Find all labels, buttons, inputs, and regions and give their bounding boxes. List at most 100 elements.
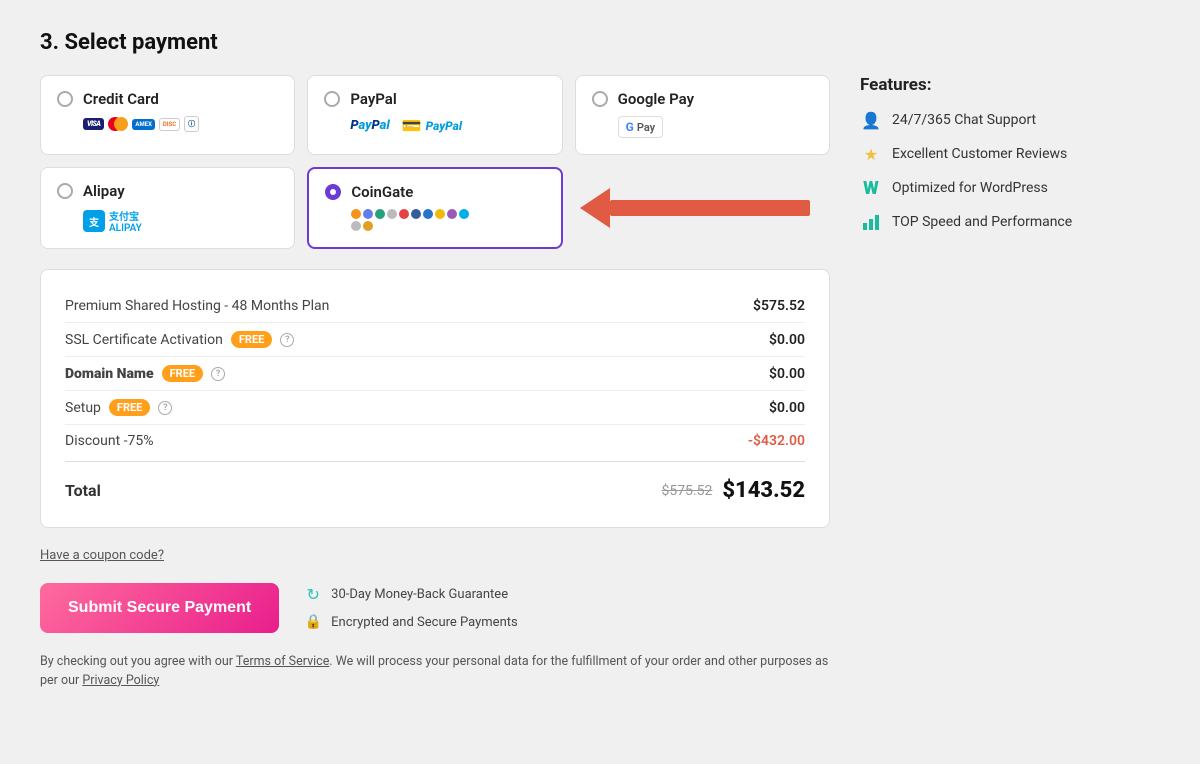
tos-link[interactable]: Terms of Service	[236, 654, 329, 669]
order-summary: Premium Shared Hosting - 48 Months Plan …	[40, 269, 830, 528]
coin-other3	[447, 209, 457, 219]
coin-usdc	[423, 209, 433, 219]
trust-text-refund: 30-Day Money-Back Guarantee	[331, 587, 508, 602]
order-label-hosting: Premium Shared Hosting - 48 Months Plan	[65, 298, 329, 314]
coingate-icons	[351, 209, 471, 231]
arrow-indicator	[585, 188, 805, 228]
feature-reviews-text: Excellent Customer Reviews	[892, 146, 1067, 162]
disclaimer: By checking out you agree with our Terms…	[40, 653, 830, 691]
trust-item-secure: 🔒 Encrypted and Secure Payments	[303, 612, 518, 632]
coin-eth	[363, 209, 373, 219]
order-row-domain: Domain Name FREE ? $0.00	[65, 356, 805, 390]
paypal-text: PayPal	[426, 119, 462, 133]
payment-option-coingate[interactable]: CoinGate	[307, 167, 562, 249]
feature-wordpress-text: Optimized for WordPress	[892, 180, 1048, 196]
order-value-ssl: $0.00	[769, 332, 805, 348]
payment-option-credit-card[interactable]: Credit Card VISA AMEX DISC ⓘ	[40, 75, 295, 155]
radio-coingate	[325, 184, 341, 200]
left-column: Credit Card VISA AMEX DISC ⓘ PayP	[40, 75, 830, 691]
trust-items: ↻ 30-Day Money-Back Guarantee 🔒 Encrypte…	[303, 584, 518, 632]
radio-google-pay	[592, 91, 608, 107]
payment-label-paypal: PayPal	[350, 90, 396, 108]
coin-other2	[411, 209, 421, 219]
payment-methods-grid: Credit Card VISA AMEX DISC ⓘ PayP	[40, 75, 830, 249]
order-divider	[65, 461, 805, 462]
submit-area: Submit Secure Payment ↻ 30-Day Money-Bac…	[40, 583, 830, 633]
order-total-label: Total	[65, 481, 101, 500]
badge-ssl-free: FREE	[231, 331, 272, 348]
refresh-icon: ↻	[303, 584, 323, 604]
order-value-hosting: $575.52	[753, 298, 805, 314]
disclaimer-text-before: By checking out you agree with our	[40, 654, 236, 669]
order-value-setup: $0.00	[769, 400, 805, 416]
amex-icon: AMEX	[132, 119, 154, 130]
gpay-badge: G Pay	[618, 116, 663, 138]
discover-icon: DISC	[159, 118, 180, 131]
order-value-domain: $0.00	[769, 366, 805, 382]
badge-setup-free: FREE	[109, 399, 150, 416]
order-total-old: $575.52	[661, 483, 712, 499]
radio-paypal	[324, 91, 340, 107]
trust-text-secure: Encrypted and Secure Payments	[331, 615, 518, 630]
order-label-ssl: SSL Certificate Activation FREE ?	[65, 331, 294, 348]
radio-credit-card	[57, 91, 73, 107]
payment-option-paypal[interactable]: PayPal PayPal 💳 PayPal	[307, 75, 562, 155]
help-icon-ssl: ?	[280, 333, 294, 347]
person-icon: 👤	[860, 109, 882, 131]
coin-other6	[363, 221, 373, 231]
paypal-icon: 💳	[402, 116, 422, 135]
submit-payment-button[interactable]: Submit Secure Payment	[40, 583, 279, 633]
features-box: Features: 👤 24/7/365 Chat Support ★ Exce…	[860, 75, 1160, 233]
payment-option-alipay[interactable]: Alipay 支 支付宝ALIPAY	[40, 167, 295, 249]
lock-icon: 🔒	[303, 612, 323, 632]
order-row-discount: Discount -75% -$432.00	[65, 424, 805, 457]
mastercard-icon	[108, 117, 128, 131]
wp-icon: W	[860, 177, 882, 199]
help-icon-domain: ?	[211, 367, 225, 381]
coin-other4	[459, 209, 469, 219]
feature-speed: TOP Speed and Performance	[860, 211, 1160, 233]
feature-chat-text: 24/7/365 Chat Support	[892, 112, 1036, 128]
alipay-icons: 支 支付宝ALIPAY	[83, 208, 278, 234]
feature-speed-text: TOP Speed and Performance	[892, 214, 1072, 230]
help-icon-setup: ?	[158, 401, 172, 415]
bar-chart-icon	[860, 211, 882, 233]
coin-other5	[351, 221, 361, 231]
order-total-row: Total $575.52 $143.52	[65, 466, 805, 507]
order-row-hosting: Premium Shared Hosting - 48 Months Plan …	[65, 290, 805, 322]
payment-label-google-pay: Google Pay	[618, 90, 694, 108]
google-pay-icons: G Pay	[618, 116, 813, 138]
coin-other1	[387, 209, 397, 219]
coin-avax	[399, 209, 409, 219]
coin-usdt	[375, 209, 385, 219]
order-total-new: $143.52	[722, 478, 805, 503]
features-title: Features:	[860, 75, 1160, 95]
feature-reviews: ★ Excellent Customer Reviews	[860, 143, 1160, 165]
feature-wordpress: W Optimized for WordPress	[860, 177, 1160, 199]
coin-bitcoin	[351, 209, 361, 219]
order-value-discount: -$432.00	[748, 433, 805, 449]
paypal-icons: PayPal 💳 PayPal	[350, 116, 545, 135]
star-icon: ★	[860, 143, 882, 165]
arrow-container	[575, 167, 830, 249]
page-title: 3. Select payment	[40, 30, 1160, 55]
privacy-policy-link[interactable]: Privacy Policy	[82, 673, 159, 688]
credit-card-icons: VISA AMEX DISC ⓘ	[83, 116, 278, 132]
coupon-link[interactable]: Have a coupon code?	[40, 548, 830, 563]
order-total-values: $575.52 $143.52	[661, 478, 805, 503]
trust-item-refund: ↻ 30-Day Money-Back Guarantee	[303, 584, 518, 604]
payment-label-alipay: Alipay	[83, 182, 125, 200]
order-row-ssl: SSL Certificate Activation FREE ? $0.00	[65, 322, 805, 356]
payment-label-coingate: CoinGate	[351, 183, 413, 201]
alipay-text: 支付宝ALIPAY	[109, 208, 142, 234]
radio-alipay	[57, 183, 73, 199]
order-label-discount: Discount -75%	[65, 433, 154, 449]
right-column: Features: 👤 24/7/365 Chat Support ★ Exce…	[860, 75, 1160, 257]
badge-domain-free: FREE	[162, 365, 203, 382]
feature-chat: 👤 24/7/365 Chat Support	[860, 109, 1160, 131]
payment-option-google-pay[interactable]: Google Pay G Pay	[575, 75, 830, 155]
visa-icon: VISA	[83, 118, 104, 130]
payment-label-credit-card: Credit Card	[83, 90, 159, 108]
coin-bnb	[435, 209, 445, 219]
alipay-icon: 支	[83, 210, 105, 232]
